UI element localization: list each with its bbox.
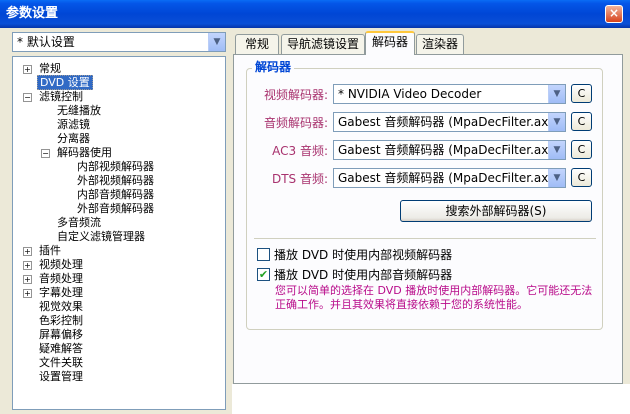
tab-nav-filter[interactable]: 导航滤镜设置 (281, 34, 365, 54)
audio-decoder-value: Gabest 音频解码器 (MpaDecFilter.ax) (338, 115, 554, 129)
dts-audio-value: Gabest 音频解码器 (MpaDecFilter.ax) (338, 171, 554, 185)
decoder-note: 您可以简单的选择在 DVD 播放时使用内部解码器。它可能还无法正确工作。并且其效… (275, 284, 593, 311)
video-decoder-config-button[interactable]: C (571, 84, 592, 103)
internal-audio-label: 播放 DVD 时使用内部音频解码器 (274, 268, 453, 282)
title-bar: 参数设置 × (0, 0, 630, 28)
internal-audio-checkbox[interactable]: ✔ (257, 268, 270, 281)
tree-item-seamless[interactable]: 无缝播放 (55, 104, 103, 118)
audio-decoder-select[interactable]: Gabest 音频解码器 (MpaDecFilter.ax) ▼ (333, 112, 566, 132)
chevron-down-icon[interactable]: ▼ (548, 85, 565, 103)
ac3-audio-select[interactable]: Gabest 音频解码器 (MpaDecFilter.ax) ▼ (333, 140, 566, 160)
tree-item-dvd[interactable]: DVD 设置 (37, 75, 93, 90)
tree-item-internal-audio[interactable]: 内部音频解码器 (75, 188, 156, 202)
internal-video-checkbox[interactable] (257, 248, 270, 261)
preset-value: * 默认设置 (17, 35, 75, 49)
video-decoder-label: 视频解码器: (263, 88, 328, 102)
internal-video-label: 播放 DVD 时使用内部视频解码器 (274, 248, 453, 262)
tree-item-plugins[interactable]: 插件 (37, 244, 63, 258)
expand-icon[interactable]: + (23, 247, 32, 256)
audio-decoder-config-button[interactable]: C (571, 112, 592, 131)
expand-icon[interactable]: + (23, 289, 32, 298)
group-title: 解码器 (252, 60, 295, 74)
tab-decoder[interactable]: 解码器 (365, 31, 415, 55)
tree-item-external-audio[interactable]: 外部音频解码器 (75, 202, 156, 216)
expand-icon[interactable]: + (23, 261, 32, 270)
tree-item-multi-audio[interactable]: 多音频流 (55, 216, 103, 230)
settings-window: 参数设置 × * 默认设置 ▼ + 常规 DVD 设置 − 滤镜控制 无缝播放 … (0, 0, 630, 414)
tree-item-splitter[interactable]: 分离器 (55, 132, 92, 146)
ac3-audio-label: AC3 音频: (272, 144, 328, 158)
tab-general[interactable]: 常规 (235, 34, 279, 54)
ac3-audio-value: Gabest 音频解码器 (MpaDecFilter.ax) (338, 143, 554, 157)
tree-item-general[interactable]: 常规 (37, 62, 63, 76)
ac3-audio-config-button[interactable]: C (571, 140, 592, 159)
chevron-down-icon[interactable]: ▼ (548, 113, 565, 131)
tree-item-video-processing[interactable]: 视频处理 (37, 258, 85, 272)
tree-item-filter-control[interactable]: 滤镜控制 (37, 90, 85, 104)
tree-item-source-filter[interactable]: 源滤镜 (55, 118, 92, 132)
tree-item-screen-offset[interactable]: 屏幕偏移 (37, 328, 85, 342)
chevron-down-icon[interactable]: ▼ (208, 33, 225, 51)
tree-item-internal-video[interactable]: 内部视频解码器 (75, 160, 156, 174)
window-title: 参数设置 (6, 6, 59, 21)
audio-decoder-label: 音频解码器: (263, 116, 328, 130)
expand-icon[interactable]: + (23, 275, 32, 284)
tree-item-troubleshoot[interactable]: 疑难解答 (37, 342, 85, 356)
preset-select[interactable]: * 默认设置 ▼ (12, 32, 226, 52)
close-icon[interactable]: × (605, 5, 623, 23)
tree-item-external-video[interactable]: 外部视频解码器 (75, 174, 156, 188)
tree-item-visual-effects[interactable]: 视觉效果 (37, 300, 85, 314)
chevron-down-icon[interactable]: ▼ (548, 141, 565, 159)
chevron-down-icon[interactable]: ▼ (548, 169, 565, 187)
dts-audio-config-button[interactable]: C (571, 168, 592, 187)
tree-item-custom-filter[interactable]: 自定义滤镜管理器 (55, 230, 147, 244)
collapse-icon[interactable]: − (41, 149, 50, 158)
expand-icon[interactable]: + (23, 65, 32, 74)
tree-item-color-control[interactable]: 色彩控制 (37, 314, 85, 328)
dts-audio-label: DTS 音频: (271, 172, 328, 186)
video-decoder-select[interactable]: * NVIDIA Video Decoder ▼ (333, 84, 566, 104)
tree-item-settings-manager[interactable]: 设置管理 (37, 370, 85, 384)
dts-audio-select[interactable]: Gabest 音频解码器 (MpaDecFilter.ax) ▼ (333, 168, 566, 188)
collapse-icon[interactable]: − (23, 93, 32, 102)
blank-corner (232, 384, 630, 414)
divider (254, 238, 596, 239)
tree-item-file-assoc[interactable]: 文件关联 (37, 356, 85, 370)
tab-renderer[interactable]: 渲染器 (416, 34, 464, 54)
tree-item-audio-processing[interactable]: 音频处理 (37, 272, 85, 286)
tree-item-subtitle[interactable]: 字幕处理 (37, 286, 85, 300)
search-external-decoder-button[interactable]: 搜索外部解码器(S) (400, 200, 592, 222)
tree-item-decoder-usage[interactable]: 解码器使用 (55, 146, 114, 160)
settings-tree[interactable]: + 常规 DVD 设置 − 滤镜控制 无缝播放 源滤镜 分离器 − 解码器使用 … (12, 56, 226, 410)
video-decoder-value: * NVIDIA Video Decoder (338, 87, 482, 101)
